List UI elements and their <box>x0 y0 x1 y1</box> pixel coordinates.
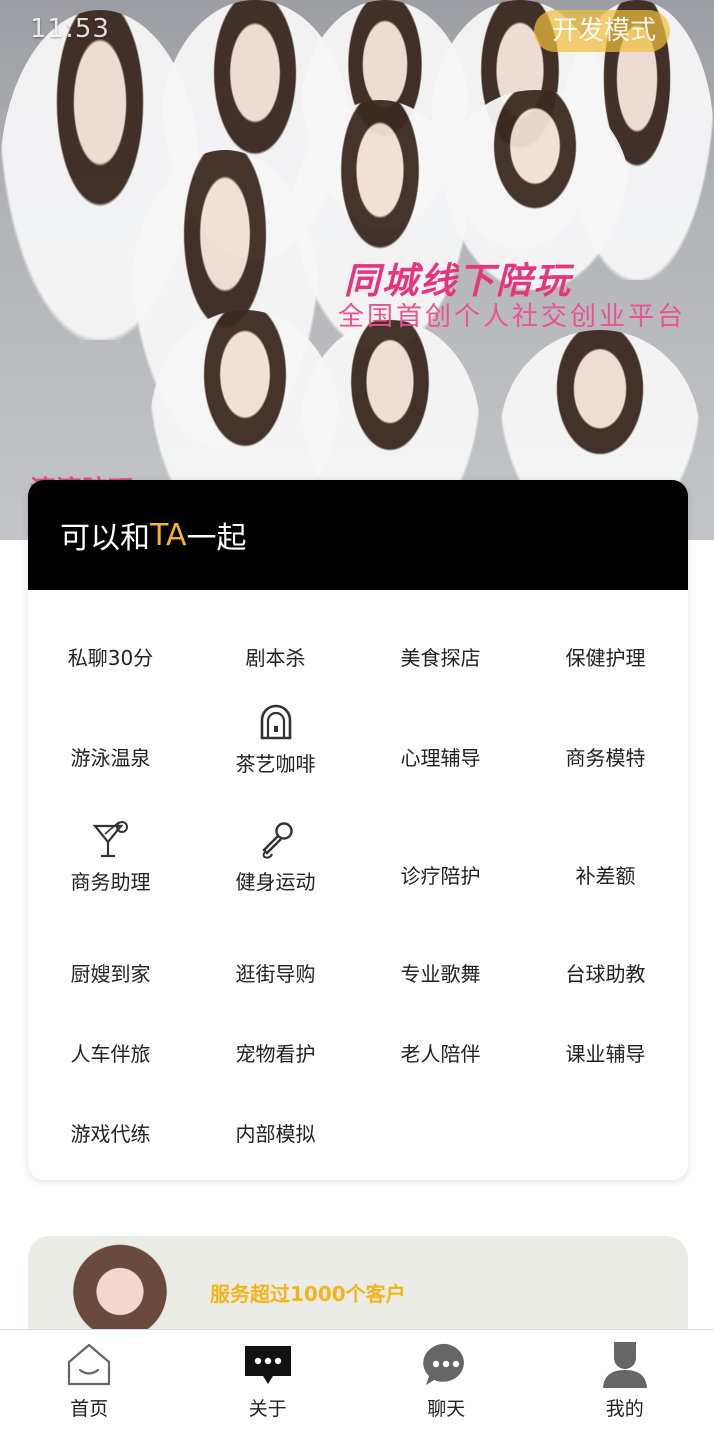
category-item[interactable]: 厨嫂到家 <box>28 958 193 987</box>
nav-label: 关于 <box>248 1398 287 1420</box>
category-item[interactable]: 逛街导购 <box>193 958 358 987</box>
message-icon <box>243 1340 293 1390</box>
category-item[interactable]: 健身运动 <box>193 820 358 895</box>
category-label: 课业辅导 <box>565 1042 646 1066</box>
category-label: 保健护理 <box>565 646 646 670</box>
chat-icon <box>421 1340 471 1390</box>
card-title-prefix: 可以和 <box>60 521 150 556</box>
category-label: 内部模拟 <box>235 1122 316 1146</box>
status-time: 11:53 <box>30 14 110 44</box>
category-label: 厨嫂到家 <box>70 962 151 986</box>
category-label: 诊疗陪护 <box>400 864 481 888</box>
category-label: 私聊30分 <box>67 646 154 670</box>
category-item[interactable]: 诊疗陪护 <box>358 860 523 889</box>
category-item[interactable]: 台球助教 <box>523 958 688 987</box>
card-title: 可以和 TA 一起 <box>28 480 688 590</box>
bottom-nav: 首页 关于 聊天 我的 <box>0 1329 714 1430</box>
card-title-suffix: 一起 <box>186 521 247 556</box>
category-label: 茶艺咖啡 <box>235 752 316 776</box>
category-item[interactable]: 老人陪伴 <box>358 1038 523 1067</box>
category-item[interactable]: 私聊30分 <box>28 642 193 671</box>
category-label: 专业歌舞 <box>400 962 481 986</box>
home-icon <box>64 1340 114 1390</box>
nav-item-chat[interactable]: 聊天 <box>357 1330 536 1430</box>
category-card: 可以和 TA 一起 私聊30分 剧本杀 美食探店 保健护理 游泳温泉 茶艺咖啡 心理… <box>28 480 688 1180</box>
category-item[interactable]: 游泳温泉 <box>28 742 193 771</box>
category-item[interactable]: 内部模拟 <box>193 1118 358 1147</box>
category-item[interactable]: 剧本杀 <box>193 642 358 671</box>
category-item[interactable]: 人车伴旅 <box>28 1038 193 1067</box>
category-label: 补差额 <box>575 864 636 888</box>
category-item[interactable]: 课业辅导 <box>523 1038 688 1067</box>
nav-label: 我的 <box>605 1398 644 1420</box>
nav-item-about[interactable]: 关于 <box>179 1330 358 1430</box>
category-label: 心理辅导 <box>400 746 481 770</box>
category-item[interactable]: 专业歌舞 <box>358 958 523 987</box>
cocktail-icon <box>91 820 131 860</box>
category-label: 逛街导购 <box>235 962 316 986</box>
category-item[interactable]: 茶艺咖啡 <box>193 702 358 777</box>
category-item[interactable]: 美食探店 <box>358 642 523 671</box>
category-label: 游戏代练 <box>70 1122 151 1146</box>
category-label: 剧本杀 <box>245 646 306 670</box>
category-label: 商务模特 <box>565 746 646 770</box>
category-label: 台球助教 <box>565 962 646 986</box>
category-item[interactable]: 商务模特 <box>523 742 688 771</box>
category-label: 游泳温泉 <box>70 746 151 770</box>
category-item[interactable]: 保健护理 <box>523 642 688 671</box>
nav-label: 聊天 <box>427 1398 466 1420</box>
card-title-accent: TA <box>150 517 187 553</box>
category-item[interactable]: 补差额 <box>523 860 688 889</box>
hero-banner: 11:53 开发模式 同城线下陪玩 全国首创个人社交创业平台 滴滴陪玩 <box>0 0 714 540</box>
banner-subline: 全国首创个人社交创业平台 <box>338 302 687 332</box>
dev-mode-badge[interactable]: 开发模式 <box>533 10 670 52</box>
category-label: 商务助理 <box>70 870 151 894</box>
door-lock-icon <box>256 702 296 742</box>
user-icon <box>600 1340 650 1390</box>
promo-text: 服务超过1000个客户 <box>210 1282 406 1306</box>
category-label: 老人陪伴 <box>400 1042 481 1066</box>
nav-item-me[interactable]: 我的 <box>536 1330 714 1430</box>
nav-item-home[interactable]: 首页 <box>0 1330 179 1430</box>
category-grid: 私聊30分 剧本杀 美食探店 保健护理 游泳温泉 茶艺咖啡 心理辅导 商务模特 … <box>28 590 688 1180</box>
category-item[interactable]: 心理辅导 <box>358 742 523 771</box>
nav-label: 首页 <box>70 1398 109 1420</box>
category-item[interactable]: 游戏代练 <box>28 1118 193 1147</box>
category-label: 宠物看护 <box>235 1042 316 1066</box>
microphone-icon <box>256 820 296 860</box>
category-item[interactable]: 宠物看护 <box>193 1038 358 1067</box>
category-item[interactable]: 商务助理 <box>28 820 193 895</box>
category-label: 人车伴旅 <box>70 1042 151 1066</box>
category-label: 健身运动 <box>235 870 316 894</box>
category-label: 美食探店 <box>400 646 481 670</box>
